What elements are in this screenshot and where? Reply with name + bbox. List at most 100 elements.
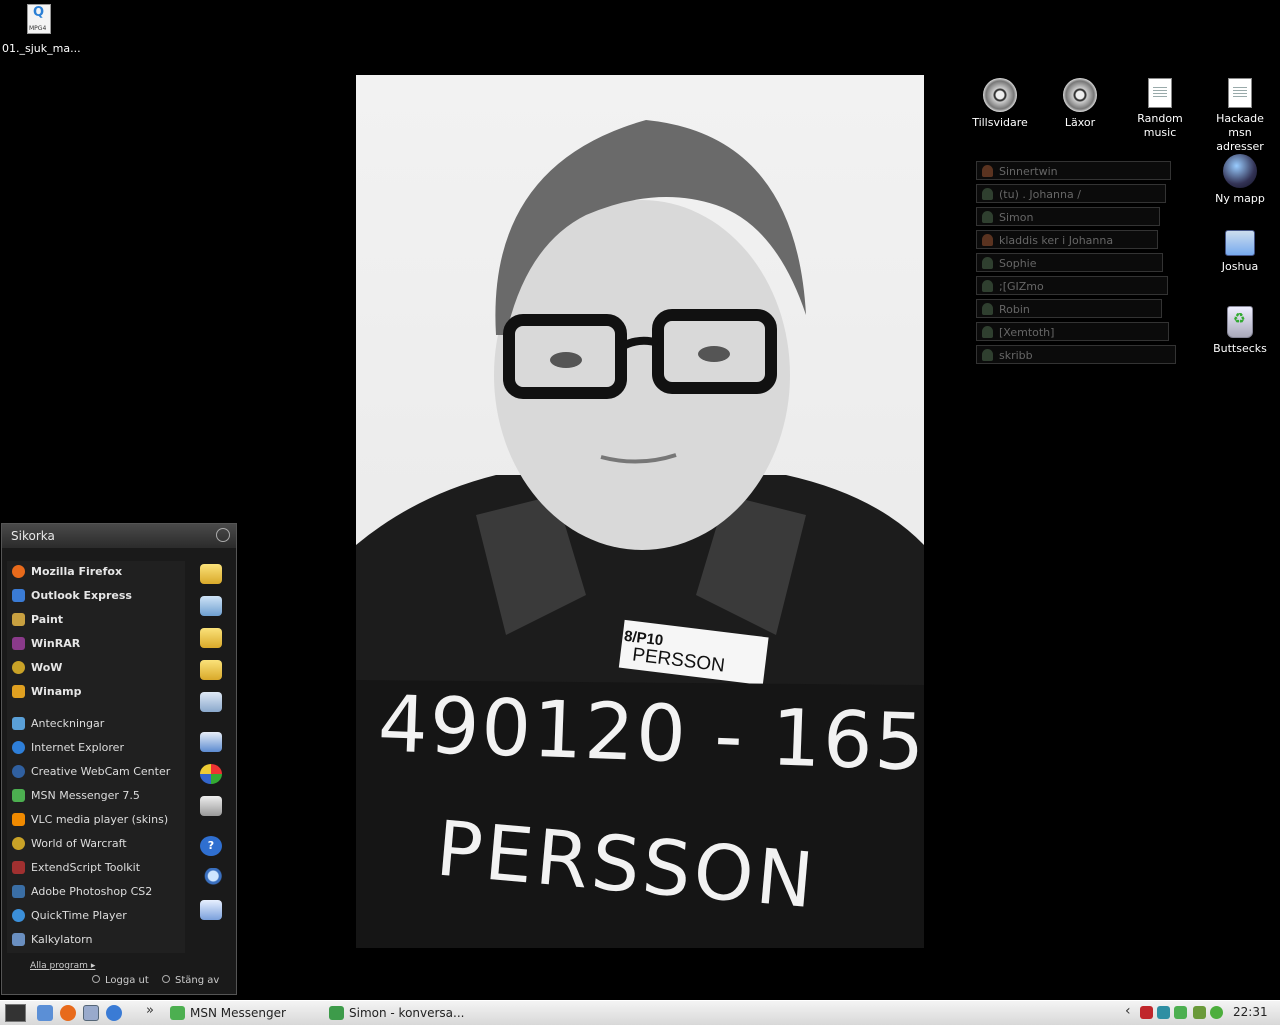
start-menu: Sikorka Mozilla Firefox Outlook Express … — [1, 523, 237, 995]
start-item-anteckningar[interactable]: Anteckningar — [7, 713, 185, 735]
start-item-wow[interactable]: WoW — [7, 657, 185, 679]
desktop-icon-ny-mapp[interactable]: Ny mapp — [1203, 154, 1277, 206]
start-item-kalkylatorn[interactable]: Kalkylatorn — [7, 929, 185, 951]
start-item-msn-messenger[interactable]: MSN Messenger 7.5 — [7, 785, 185, 807]
desktop-icon-label: Hackade msn adresser — [1216, 112, 1264, 153]
notepad-icon — [12, 717, 25, 730]
volume-icon[interactable] — [1193, 1006, 1206, 1019]
show-desktop-icon[interactable] — [37, 1005, 53, 1021]
desktop-icon-buttsecks[interactable]: Buttsecks — [1203, 306, 1277, 356]
start-item-extendscript[interactable]: ExtendScript Toolkit — [7, 857, 185, 879]
contact-item[interactable]: ;[GIZmo — [976, 276, 1168, 295]
start-item-quicktime[interactable]: QuickTime Player — [7, 905, 185, 927]
search-icon[interactable] — [200, 868, 222, 888]
my-music-icon[interactable] — [200, 660, 222, 680]
logout-button[interactable]: Logga ut — [92, 975, 149, 986]
recycle-bin-icon — [1227, 306, 1253, 338]
my-pictures-icon[interactable] — [200, 628, 222, 648]
photoshop-icon — [12, 885, 25, 898]
tray-collapse-arrow[interactable]: ‹ — [1125, 1003, 1131, 1019]
control-panel-icon[interactable] — [200, 732, 222, 752]
start-item-creative-webcam[interactable]: Creative WebCam Center — [7, 761, 185, 783]
buddy-icon — [982, 280, 993, 292]
taskbar-clock[interactable]: 22:31 — [1233, 1005, 1268, 1019]
desktop-icon-laxor[interactable]: Läxor — [1043, 78, 1117, 130]
update-icon[interactable] — [1210, 1006, 1223, 1019]
desktop-icon-joshua[interactable]: Joshua — [1203, 230, 1277, 274]
logout-icon — [92, 975, 100, 983]
cd-disc-icon — [1063, 78, 1097, 112]
buddy-icon — [982, 211, 993, 223]
contact-item[interactable]: Sinnertwin — [976, 161, 1171, 180]
my-documents-icon[interactable] — [200, 564, 222, 584]
contact-item[interactable]: Sophie — [976, 253, 1163, 272]
desktop-icon-label: Ny mapp — [1215, 192, 1265, 205]
network-icon[interactable] — [1157, 1006, 1170, 1019]
printers-icon[interactable] — [200, 796, 222, 816]
webcam-icon — [12, 765, 25, 778]
msn-conversation-icon — [329, 1006, 344, 1020]
contact-item[interactable]: (tu) . Johanna / — [976, 184, 1166, 203]
task-msn-messenger[interactable]: MSN Messenger — [170, 1003, 286, 1023]
run-icon[interactable] — [200, 900, 222, 920]
recent-documents-icon[interactable] — [200, 596, 222, 616]
desktop-icon-tillsvidare[interactable]: Tillsvidare — [963, 78, 1037, 130]
contact-item[interactable]: kladdis ker i Johanna — [976, 230, 1158, 249]
desktop-icon-random-music[interactable]: Random music — [1123, 78, 1197, 140]
start-item-winrar[interactable]: WinRAR — [7, 633, 185, 655]
start-item-world-of-warcraft[interactable]: World of Warcraft — [7, 833, 185, 855]
vlc-icon — [12, 813, 25, 826]
calculator-icon — [12, 933, 25, 946]
quick-launch-chevron[interactable]: » — [146, 1003, 154, 1018]
contact-item[interactable]: [Xemtoth] — [976, 322, 1169, 341]
user-picture-icon[interactable] — [216, 528, 230, 542]
desktop-icon-label: Joshua — [1221, 260, 1259, 273]
ie-icon — [12, 741, 25, 754]
start-item-paint[interactable]: Paint — [7, 609, 185, 631]
start-item-winamp[interactable]: Winamp — [7, 681, 185, 703]
all-programs-link[interactable]: Alla program ▸ — [30, 961, 95, 971]
contact-item[interactable]: Robin — [976, 299, 1162, 318]
set-program-defaults-icon[interactable] — [200, 764, 222, 784]
start-button[interactable] — [5, 1004, 26, 1022]
start-item-firefox[interactable]: Mozilla Firefox — [7, 561, 185, 583]
firefox-icon[interactable] — [60, 1005, 76, 1021]
start-item-outlook-express[interactable]: Outlook Express — [7, 585, 185, 607]
my-computer-icon[interactable] — [200, 692, 222, 712]
desktop-icon-mp4-file[interactable]: 01._sjuk_ma... — [2, 4, 81, 56]
extendscript-icon — [12, 861, 25, 874]
wallpaper-photo: 8/P10 PERSSON 490120 - 1659 PERSSON — [356, 75, 924, 948]
wow-icon — [12, 661, 25, 674]
quicktime-icon — [12, 909, 25, 922]
start-item-vlc[interactable]: VLC media player (skins) — [7, 809, 185, 831]
start-item-internet-explorer[interactable]: Internet Explorer — [7, 737, 185, 759]
taskbar: » MSN Messenger Simon - konversa... ‹ 22… — [0, 1000, 1280, 1025]
msn-icon — [170, 1006, 185, 1020]
antivirus-shield-icon[interactable] — [1140, 1006, 1153, 1019]
desktop-icon-label: Tillsvidare — [972, 116, 1028, 129]
buddy-icon — [982, 303, 993, 315]
wow-icon — [12, 837, 25, 850]
notepad-icon[interactable] — [83, 1005, 99, 1021]
buddy-icon — [982, 234, 993, 246]
desktop-icon-label: Läxor — [1064, 116, 1096, 129]
buddy-icon — [982, 349, 993, 361]
winamp-icon — [12, 685, 25, 698]
quicktime-mp4-file-icon — [27, 4, 51, 36]
start-menu-header: Sikorka — [2, 524, 236, 548]
contact-item[interactable]: skribb — [976, 345, 1176, 364]
paint-brush-icon — [12, 613, 25, 626]
task-simon-conversation[interactable]: Simon - konversa... — [329, 1003, 464, 1023]
msn-tray-icon[interactable] — [1174, 1006, 1187, 1019]
contact-item[interactable]: Simon — [976, 207, 1160, 226]
media-player-icon[interactable] — [106, 1005, 122, 1021]
globe-folder-icon — [1223, 154, 1257, 188]
power-icon — [162, 975, 170, 983]
desktop-icon-label: Random music — [1137, 112, 1183, 139]
shutdown-button[interactable]: Stäng av — [162, 975, 219, 986]
desktop-icon-hackade-msn-adresser[interactable]: Hackade msn adresser — [1203, 78, 1277, 154]
help-icon[interactable]: ? — [200, 836, 222, 856]
msn-icon — [12, 789, 25, 802]
start-item-photoshop[interactable]: Adobe Photoshop CS2 — [7, 881, 185, 903]
buddy-icon — [982, 165, 993, 177]
